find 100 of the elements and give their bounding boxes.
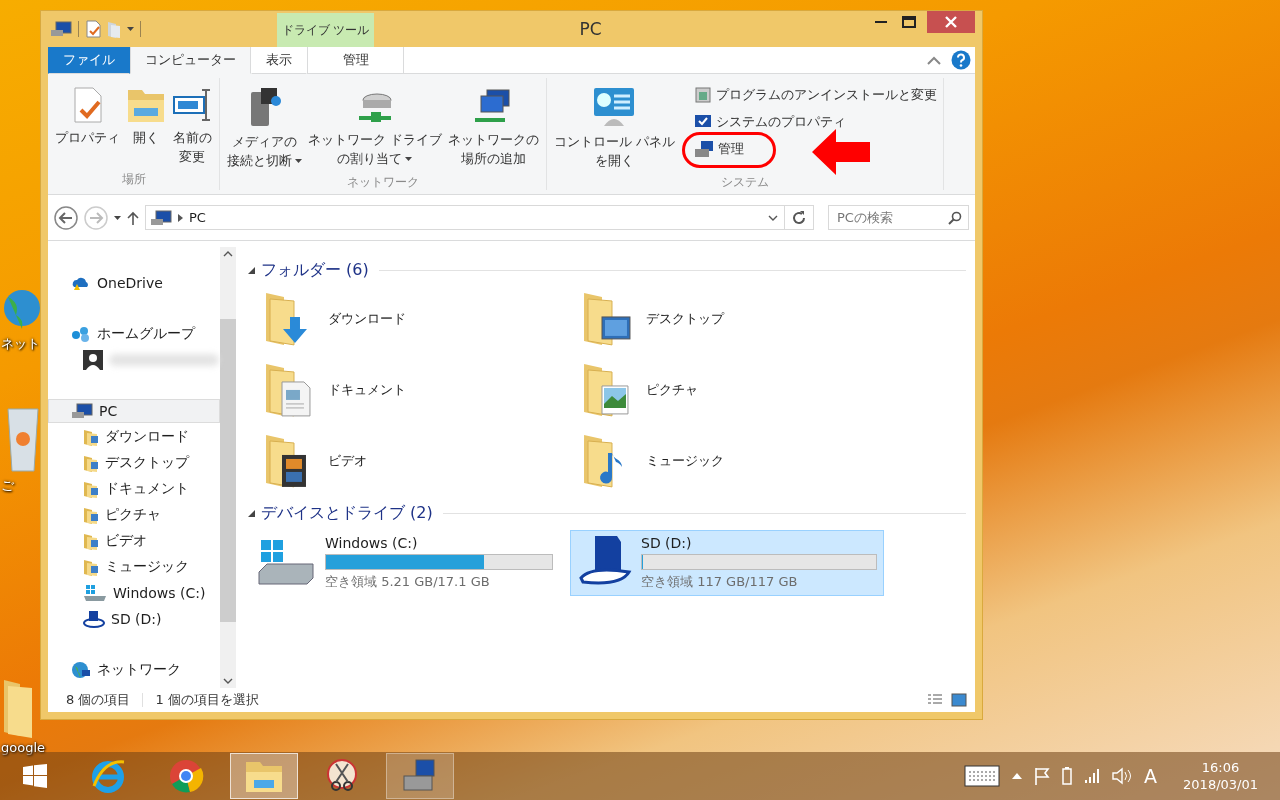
- scroll-down-icon[interactable]: [223, 678, 233, 684]
- signal-icon[interactable]: [1084, 768, 1101, 784]
- ribbon-button[interactable]: 開く: [123, 82, 169, 171]
- nav-item[interactable]: ピクチャ: [48, 503, 220, 527]
- rename-icon: [172, 86, 212, 124]
- address-path: PC: [189, 210, 207, 225]
- folder-icon: [83, 480, 99, 498]
- nav-item[interactable]: PC: [48, 399, 220, 423]
- group-label: ネットワーク: [346, 174, 420, 191]
- selection-count: 1 個の項目を選択: [155, 691, 259, 709]
- search-icon: [948, 211, 962, 225]
- drive-icon: [257, 538, 317, 588]
- ribbon-button[interactable]: 名前の 変更: [169, 82, 215, 171]
- nav-item[interactable]: デスクトップ: [48, 451, 220, 475]
- ribbon-button[interactable]: メディアの 接続と切断: [224, 82, 305, 174]
- group-heading[interactable]: デバイスとドライブ (2): [261, 502, 433, 524]
- nav-item[interactable]: ダウンロード: [48, 425, 220, 449]
- folder-icon: [83, 558, 99, 576]
- scrollbar-thumb[interactable]: [220, 319, 236, 622]
- address-bar[interactable]: PC: [145, 205, 814, 230]
- computer-toolbox-icon: [402, 758, 438, 794]
- keyboard-icon[interactable]: [964, 765, 1001, 787]
- collapse-icon[interactable]: [248, 509, 255, 517]
- sd-card-icon: [83, 610, 105, 628]
- drive-tile[interactable]: SD (D:) 空き領域 117 GB/117 GB: [570, 530, 884, 596]
- drive-tile[interactable]: Windows (C:) 空き領域 5.21 GB/17.1 GB: [250, 530, 560, 596]
- ribbon-button[interactable]: プロパティ: [52, 82, 123, 171]
- nav-item[interactable]: ドキュメント: [48, 477, 220, 501]
- folder-icon: [83, 506, 99, 524]
- scrollbar[interactable]: [220, 247, 236, 688]
- close-icon: [945, 16, 957, 28]
- computer-tools-icon: [693, 140, 714, 158]
- back-button[interactable]: [54, 205, 78, 230]
- group-heading[interactable]: フォルダー (6): [261, 259, 369, 281]
- ribbon-tab[interactable]: コンピューター: [130, 47, 251, 74]
- contextual-tab-header: ドライブ ツール: [277, 13, 374, 47]
- ribbon-tab[interactable]: 管理: [307, 47, 404, 74]
- homegroup-icon: [71, 326, 91, 342]
- up-arrow-icon: [127, 210, 139, 225]
- group-label: システム: [719, 174, 770, 191]
- ribbon-button[interactable]: ネットワーク ドライブ の割り当て: [305, 82, 445, 174]
- computer-icon: [150, 209, 172, 226]
- close-button[interactable]: [927, 11, 975, 33]
- flag-icon[interactable]: [1034, 767, 1051, 785]
- programs-icon: [693, 86, 712, 104]
- ribbon-small-button[interactable]: 管理: [691, 138, 746, 160]
- collapse-ribbon-icon[interactable]: [927, 55, 941, 65]
- nav-item[interactable]: ビデオ: [48, 529, 220, 553]
- folder-icon: [83, 428, 99, 446]
- ribbon-button[interactable]: ネットワークの 場所の追加: [445, 82, 542, 174]
- chevron-icon: [178, 213, 183, 222]
- nav-item[interactable]: ミュージック: [48, 555, 220, 579]
- folder-label[interactable]: デスクトップ: [646, 309, 724, 328]
- taskbar-app-button[interactable]: [386, 753, 454, 799]
- folder-label[interactable]: ダウンロード: [328, 309, 406, 328]
- item-count: 8 個の項目: [66, 691, 131, 709]
- large-icons-view-icon[interactable]: [951, 693, 967, 707]
- nav-item[interactable]: ホームグループ: [48, 322, 220, 346]
- scroll-up-icon[interactable]: [223, 251, 233, 257]
- nav-item[interactable]: ネットワーク: [48, 658, 220, 682]
- refresh-icon: [791, 209, 807, 226]
- maximize-icon: [902, 16, 916, 28]
- properties-icon[interactable]: [85, 20, 101, 38]
- computer-icon: [71, 403, 93, 419]
- collapse-icon[interactable]: [248, 266, 255, 274]
- search-field[interactable]: PCの検索: [828, 205, 969, 230]
- free-space-text: 空き領域 117 GB/117 GB: [641, 573, 799, 591]
- scissors-icon: [324, 758, 360, 794]
- nav-item[interactable]: OneDrive: [48, 271, 220, 295]
- speaker-icon[interactable]: [1112, 767, 1133, 785]
- up-button[interactable]: [127, 210, 139, 225]
- ribbon-button[interactable]: コントロール パネル を開く: [551, 82, 678, 174]
- nav-item[interactable]: Windows (C:): [48, 581, 220, 605]
- chrome-icon: [168, 758, 204, 794]
- free-space-text: 空き領域 5.21 GB/17.1 GB: [325, 573, 491, 591]
- cloud-icon: [71, 275, 91, 291]
- show-hidden-icons-icon[interactable]: [1012, 773, 1023, 779]
- browser-e-icon: [90, 758, 126, 794]
- folder-label[interactable]: ピクチャ: [646, 380, 698, 399]
- help-icon[interactable]: [951, 50, 971, 70]
- ribbon-small-button[interactable]: プログラムのアンインストールと変更: [691, 84, 939, 106]
- dropdown-icon[interactable]: [768, 214, 778, 221]
- control-panel-icon: [592, 86, 637, 128]
- ribbon-small-button[interactable]: システムのプロパティ: [691, 111, 848, 133]
- caret-icon: [114, 215, 121, 220]
- windows-logo-icon: [23, 764, 47, 788]
- nav-item[interactable]: SD (D:): [48, 607, 220, 631]
- recent-locations-button[interactable]: [114, 215, 121, 220]
- battery-icon[interactable]: [1062, 767, 1073, 785]
- details-view-icon[interactable]: [927, 693, 943, 707]
- drive-icon: [83, 584, 107, 602]
- folder-icon: [83, 454, 99, 472]
- minimize-icon: [875, 21, 887, 23]
- folder-label[interactable]: ドキュメント: [328, 380, 406, 399]
- user-silhouette-icon: [83, 350, 103, 370]
- drive-name: SD (D:): [641, 535, 693, 551]
- ribbon-tab[interactable]: ファイル: [48, 47, 130, 74]
- computer-icon: [50, 21, 72, 37]
- folder-label[interactable]: ビデオ: [328, 451, 367, 470]
- folder-label[interactable]: ミュージック: [646, 451, 724, 470]
